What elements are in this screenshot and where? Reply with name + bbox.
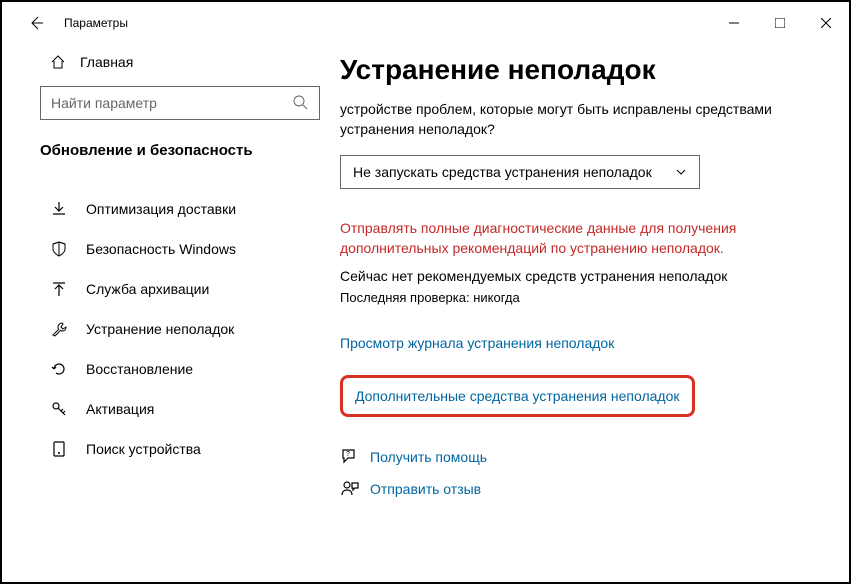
nav-label: Поиск устройства: [86, 441, 201, 457]
sidebar-item-find-device[interactable]: Поиск устройства: [2, 429, 340, 469]
sidebar-section-header: Обновление и безопасность: [2, 120, 340, 169]
key-icon: [50, 400, 68, 418]
sidebar-item-troubleshoot[interactable]: Устранение неполадок: [2, 309, 340, 349]
search-box[interactable]: [40, 86, 320, 120]
sidebar-item-backup[interactable]: Служба архивации: [2, 269, 340, 309]
maximize-icon: [775, 18, 785, 28]
dropdown-value: Не запускать средства устранения неполад…: [353, 164, 675, 180]
sidebar-item-delivery[interactable]: Оптимизация доставки: [2, 189, 340, 229]
help-link: Получить помощь: [370, 449, 487, 465]
sidebar-item-security[interactable]: Безопасность Windows: [2, 229, 340, 269]
search-icon: [293, 95, 309, 111]
shield-icon: [50, 240, 68, 258]
recovery-icon: [50, 360, 68, 378]
page-subtitle: устройстве проблем, которые могут быть и…: [340, 100, 809, 139]
find-device-icon: [50, 440, 68, 458]
additional-troubleshooters-link[interactable]: Дополнительные средства устранения непол…: [355, 388, 680, 404]
status-text: Сейчас нет рекомендуемых средств устране…: [340, 268, 809, 284]
sidebar-item-activation[interactable]: Активация: [2, 389, 340, 429]
back-arrow-icon: [28, 15, 44, 31]
home-icon: [50, 54, 66, 70]
nav-label: Служба архивации: [86, 281, 209, 297]
nav-label: Активация: [86, 401, 154, 417]
last-check-text: Последняя проверка: никогда: [340, 290, 809, 305]
back-button[interactable]: [22, 9, 50, 37]
window-controls: [711, 7, 849, 39]
titlebar: Параметры: [2, 2, 849, 44]
help-icon: ?: [340, 447, 360, 467]
highlighted-link-box: Дополнительные средства устранения непол…: [340, 375, 695, 417]
window-title: Параметры: [64, 16, 128, 30]
backup-icon: [50, 280, 68, 298]
minimize-button[interactable]: [711, 7, 757, 39]
wrench-icon: [50, 320, 68, 338]
minimize-icon: [729, 18, 739, 28]
svg-text:?: ?: [346, 451, 350, 458]
page-title: Устранение неполадок: [340, 54, 809, 86]
main-content: Устранение неполадок устройстве проблем,…: [340, 44, 849, 582]
home-label: Главная: [80, 54, 133, 70]
feedback-icon: [340, 479, 360, 499]
nav-label: Оптимизация доставки: [86, 201, 236, 217]
feedback-link: Отправить отзыв: [370, 481, 481, 497]
nav-label: Безопасность Windows: [86, 241, 236, 257]
close-icon: [821, 18, 831, 28]
sidebar-item-recovery[interactable]: Восстановление: [2, 349, 340, 389]
feedback-row[interactable]: Отправить отзыв: [340, 479, 809, 499]
home-nav-item[interactable]: Главная: [2, 44, 340, 86]
search-input[interactable]: [51, 95, 293, 111]
chevron-down-icon: [675, 166, 687, 178]
maximize-button[interactable]: [757, 7, 803, 39]
delivery-icon: [50, 200, 68, 218]
diagnostic-warning: Отправлять полные диагностические данные…: [340, 219, 809, 258]
get-help-row[interactable]: ? Получить помощь: [340, 447, 809, 467]
history-link[interactable]: Просмотр журнала устранения неполадок: [340, 335, 809, 351]
troubleshoot-mode-dropdown[interactable]: Не запускать средства устранения неполад…: [340, 155, 700, 189]
nav-label: Устранение неполадок: [86, 321, 234, 337]
close-button[interactable]: [803, 7, 849, 39]
sidebar: Главная Обновление и безопасность Оптими…: [2, 44, 340, 582]
nav-label: Восстановление: [86, 361, 193, 377]
